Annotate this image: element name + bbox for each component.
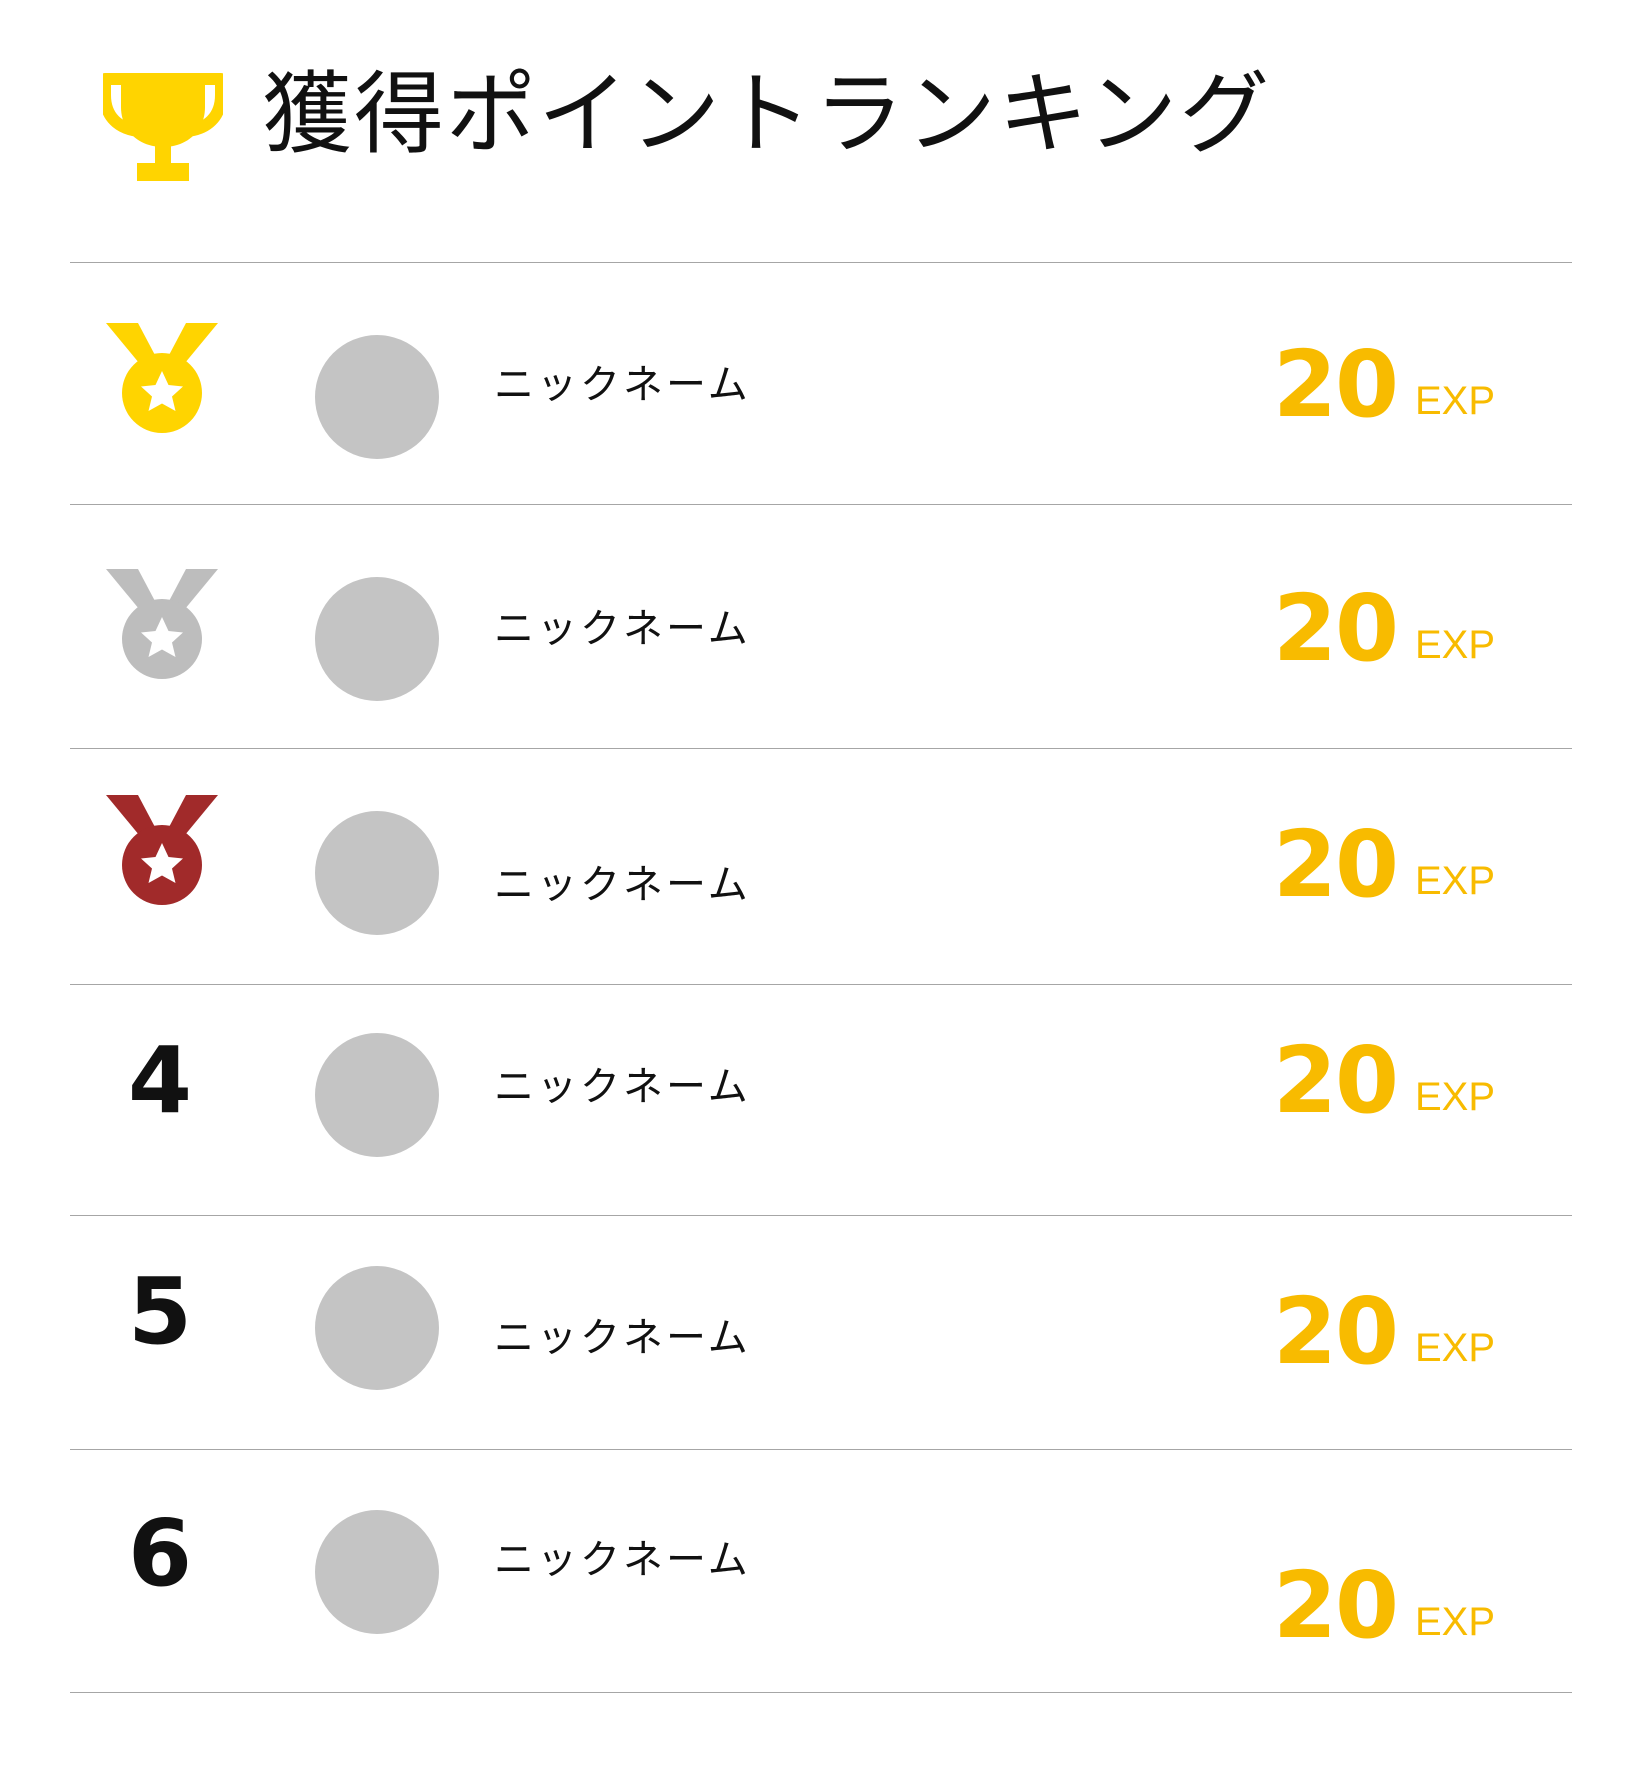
bronze-medal-icon [106, 795, 218, 905]
nickname: ニックネーム [494, 1064, 751, 1110]
points-unit: EXP [1415, 859, 1496, 903]
rank-cell: 6 [70, 1450, 240, 1692]
ranking-row[interactable]: ニックネーム 20 EXP [70, 263, 1572, 505]
rank-cell [70, 749, 240, 984]
silver-medal-icon [106, 569, 218, 679]
points-unit: EXP [1415, 1075, 1496, 1119]
ranking-row[interactable]: ニックネーム 20 EXP [70, 505, 1572, 749]
rank-cell: 5 [70, 1216, 240, 1449]
rank-cell [70, 263, 240, 504]
points-value: 20 [1272, 1027, 1399, 1134]
avatar [315, 577, 439, 701]
avatar [315, 335, 439, 459]
avatar [315, 1510, 439, 1634]
points-value: 20 [1272, 1278, 1399, 1385]
nickname: ニックネーム [494, 1537, 751, 1583]
points-value: 20 [1272, 575, 1399, 682]
avatar [315, 1033, 439, 1157]
points-unit: EXP [1415, 379, 1496, 423]
trophy-icon [103, 73, 223, 181]
avatar [315, 811, 439, 935]
nickname: ニックネーム [494, 862, 751, 908]
points-value: 20 [1272, 811, 1399, 918]
nickname: ニックネーム [494, 1315, 751, 1361]
rank-number: 4 [128, 1027, 193, 1134]
rank-cell [70, 505, 240, 748]
page-title: 獲得ポイントランキング [262, 62, 1272, 167]
ranking-row[interactable]: 4 ニックネーム 20 EXP [70, 985, 1572, 1216]
ranking-row[interactable]: 5 ニックネーム 20 EXP [70, 1216, 1572, 1450]
ranking-list: ニックネーム 20 EXP ニックネーム 20 EXP ニックネーム 20 EX… [70, 262, 1572, 1693]
gold-medal-icon [106, 323, 218, 433]
rank-number: 5 [128, 1258, 193, 1365]
points-value: 20 [1272, 331, 1399, 438]
points-unit: EXP [1415, 623, 1496, 667]
nickname: ニックネーム [494, 606, 751, 652]
header: 獲得ポイントランキング [0, 0, 1645, 220]
points-value: 20 [1272, 1552, 1399, 1659]
rank-number: 6 [128, 1500, 193, 1607]
rank-cell: 4 [70, 985, 240, 1215]
nickname: ニックネーム [494, 362, 751, 408]
ranking-row[interactable]: ニックネーム 20 EXP [70, 749, 1572, 985]
points-unit: EXP [1415, 1600, 1496, 1644]
points-unit: EXP [1415, 1326, 1496, 1370]
avatar [315, 1266, 439, 1390]
ranking-row[interactable]: 6 ニックネーム 20 EXP [70, 1450, 1572, 1693]
